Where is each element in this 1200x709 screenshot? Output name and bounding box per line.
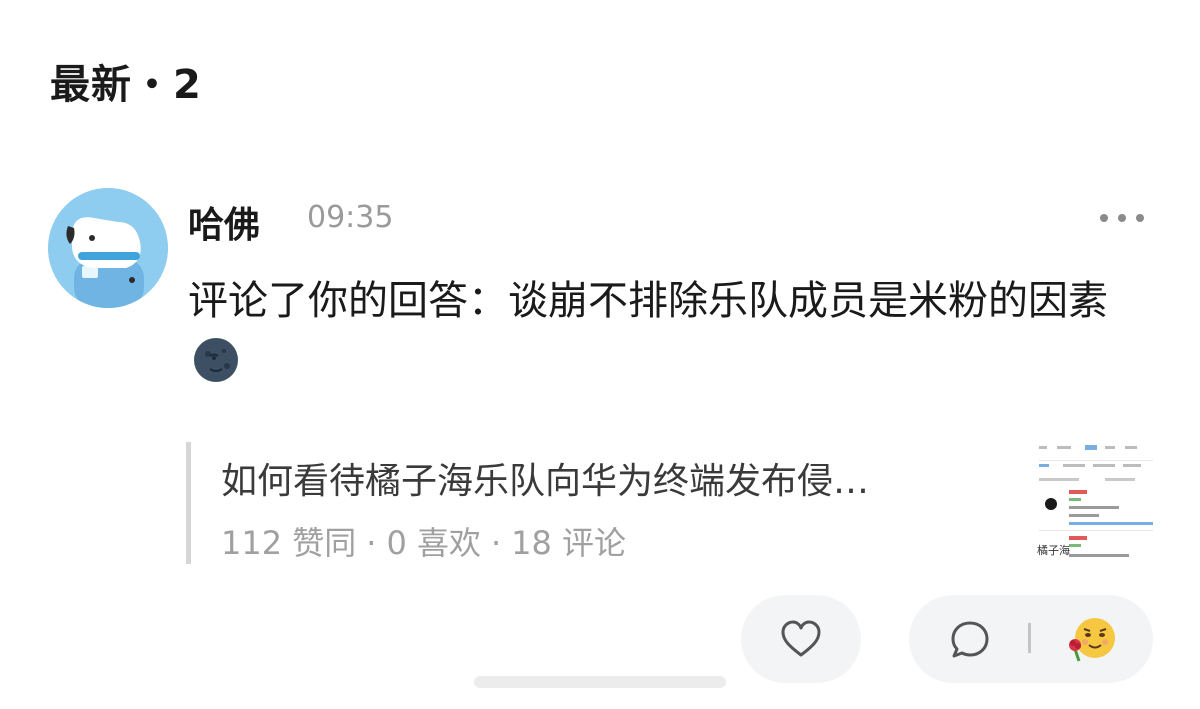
more-options-button[interactable] [1100, 208, 1144, 228]
dot-icon [1136, 214, 1144, 222]
favorites-count: 0 喜欢 [386, 524, 481, 562]
comment-time: 09:35 [307, 200, 394, 235]
comment-text-block: 评论了你的回答：谈崩不排除乐队成员是米粉的因素 [188, 270, 1148, 394]
dog-avatar-icon [48, 188, 168, 308]
quoted-answer-stats: 112 赞同 · 0 喜欢 · 18 评论 [221, 518, 626, 564]
stats-separator: · [490, 524, 502, 562]
quoted-question-title[interactable]: 如何看待橘子海乐队向华为终端发布侵… [221, 452, 869, 504]
username[interactable]: 哈佛 [188, 196, 260, 248]
stats-separator: · [366, 524, 377, 562]
smiling-face-with-rose-icon[interactable] [1065, 615, 1117, 665]
quoted-answer-thumbnail[interactable]: 橘子海 [1035, 442, 1157, 564]
comment-text: 评论了你的回答：谈崩不排除乐队成员是米粉的因素 [188, 278, 1108, 324]
avatar[interactable] [48, 188, 168, 308]
divider [1028, 623, 1031, 653]
dot-icon [1100, 214, 1108, 222]
speech-bubble-icon[interactable] [949, 619, 991, 661]
heart-icon [781, 620, 821, 657]
like-button[interactable] [741, 595, 861, 683]
thumbnail-label: 橘子海 [1037, 544, 1070, 557]
new-moon-face-emoji-icon [194, 338, 238, 382]
quoted-answer-card[interactable]: 如何看待橘子海乐队向华为终端发布侵… 112 赞同·0 喜欢·18 评论 [186, 442, 1161, 564]
likes-count: 112 赞同 [221, 524, 357, 562]
comments-count: 18 评论 [511, 524, 627, 562]
section-title: 最新・2 [50, 62, 202, 108]
reply-reaction-group[interactable] [909, 595, 1153, 683]
dot-icon [1118, 214, 1126, 222]
home-indicator [474, 676, 726, 688]
